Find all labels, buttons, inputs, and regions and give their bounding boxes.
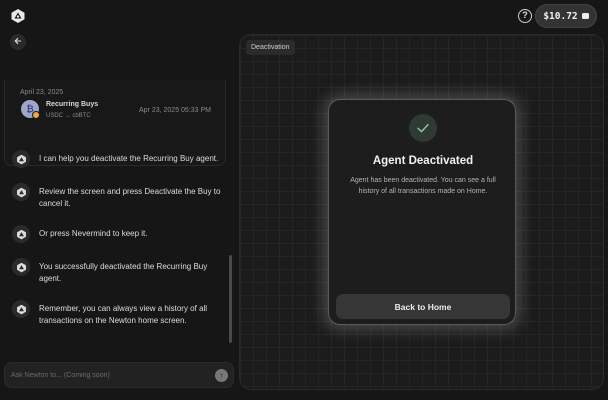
chat-scrollbar[interactable] xyxy=(229,255,232,343)
deactivation-modal: Agent Deactivated Agent has been deactiv… xyxy=(328,99,516,325)
chat-message-text: You successfully deactivated the Recurri… xyxy=(39,262,208,283)
top-bar: ? $10.72 xyxy=(0,0,608,34)
arrow-left-icon xyxy=(14,37,22,48)
chat-message-text: Review the screen and press Deactivate t… xyxy=(39,187,221,208)
newton-avatar-icon xyxy=(12,225,30,243)
back-button[interactable] xyxy=(10,34,26,50)
chat-panel: April 23, 2025 ₿ Recurring Buys USDC → c… xyxy=(0,34,238,400)
balance-amount: $10.72 xyxy=(543,10,578,22)
agent-panel: Deactivation Agent Deactivated Agent has… xyxy=(239,34,604,390)
back-to-home-button[interactable]: Back to Home xyxy=(336,294,510,319)
modal-body: Agent has been deactivated. You can see … xyxy=(350,177,496,195)
transaction-timestamp: Apr 23, 2025 05:33 PM xyxy=(139,107,211,114)
newton-avatar-icon xyxy=(12,150,30,168)
chat-input[interactable] xyxy=(11,367,201,383)
wallet-balance-button[interactable]: $10.72 xyxy=(535,4,597,28)
check-icon xyxy=(409,114,437,142)
transaction-pair: USDC → cbBTC xyxy=(46,113,91,119)
newton-avatar-icon xyxy=(12,183,30,201)
arrow-up-icon: ↑ xyxy=(219,370,224,380)
chat-message-text: I can help you deactivate the Recurring … xyxy=(39,154,219,163)
app-window: ? $10.72 April 23, 2025 ₿ Recurring Buys… xyxy=(0,0,608,400)
newton-logo-icon[interactable] xyxy=(9,7,27,25)
chat-input-bar: ↑ xyxy=(4,362,234,388)
chat-message-text: Or press Nevermind to keep it. xyxy=(39,229,148,238)
newton-avatar-icon xyxy=(12,258,30,276)
usdc-badge-icon xyxy=(32,111,40,119)
chat-message-text: Remember, you can always view a history … xyxy=(39,304,208,325)
transaction-date: April 23, 2025 xyxy=(20,89,64,96)
send-button[interactable]: ↑ xyxy=(215,369,228,382)
panel-tag: Deactivation xyxy=(246,40,295,55)
transaction-name: Recurring Buys xyxy=(46,101,99,108)
newton-avatar-icon xyxy=(12,300,30,318)
modal-title: Agent Deactivated xyxy=(372,155,474,167)
wallet-icon xyxy=(581,13,589,19)
help-circle-icon[interactable]: ? xyxy=(518,9,532,23)
